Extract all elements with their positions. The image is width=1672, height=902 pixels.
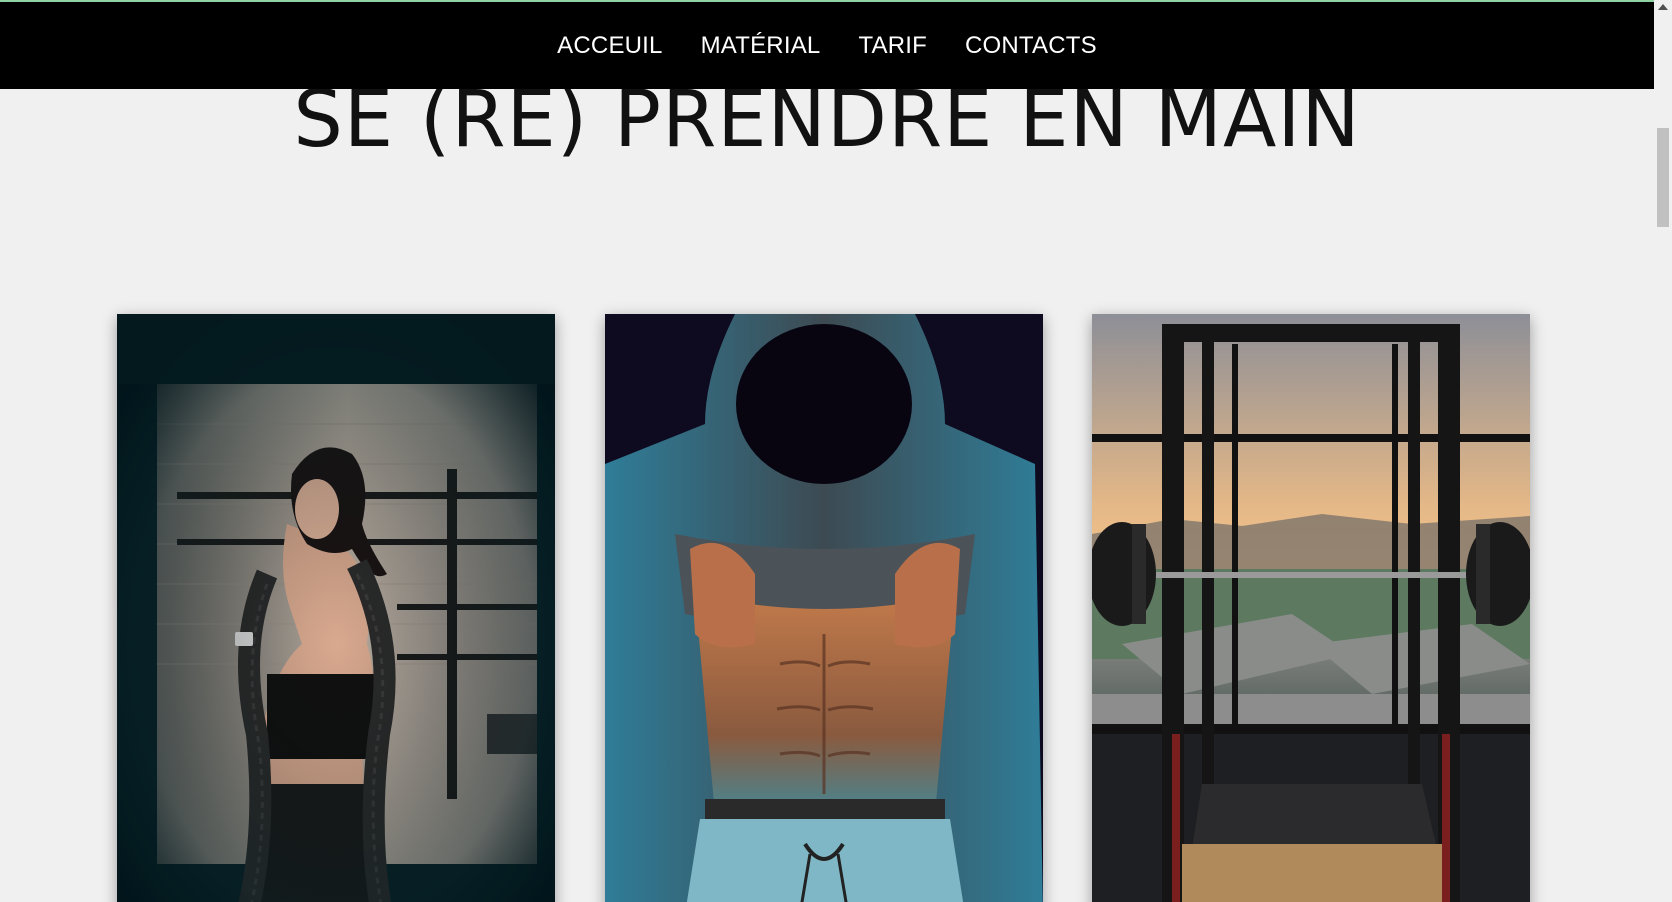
nav-item-acceuil: ACCEUIL (557, 32, 662, 60)
main-navbar: ACCEUIL MATÉRIAL TARIF CONTACTS (0, 2, 1654, 89)
nav-list: ACCEUIL MATÉRIAL TARIF CONTACTS (557, 32, 1097, 60)
nav-link-material[interactable]: MATÉRIAL (701, 32, 821, 59)
nav-link-tarif[interactable]: TARIF (858, 32, 927, 59)
nav-item-material: MATÉRIAL (701, 32, 821, 60)
woman-with-battle-rope-photo (117, 314, 555, 902)
page: ACCEUIL MATÉRIAL TARIF CONTACTS SE (RE) … (0, 0, 1672, 902)
gallery-card-hoodie-abs[interactable] (605, 314, 1043, 902)
top-accent-line (0, 0, 1654, 2)
nav-link-contacts[interactable]: CONTACTS (965, 32, 1097, 59)
squat-rack-sunset-window-photo (1092, 314, 1530, 902)
nav-item-tarif: TARIF (858, 32, 927, 60)
gallery-card-woman-rope[interactable] (117, 314, 555, 902)
scroll-up-arrow-icon[interactable] (1658, 4, 1668, 10)
nav-link-acceuil[interactable]: ACCEUIL (557, 32, 662, 59)
nav-item-contacts: CONTACTS (965, 32, 1097, 60)
vertical-scrollbar[interactable] (1654, 0, 1672, 902)
scrollbar-thumb[interactable] (1657, 128, 1669, 227)
gallery-card-squat-rack[interactable] (1092, 314, 1530, 902)
man-in-hoodie-showing-abs-photo (605, 314, 1043, 902)
